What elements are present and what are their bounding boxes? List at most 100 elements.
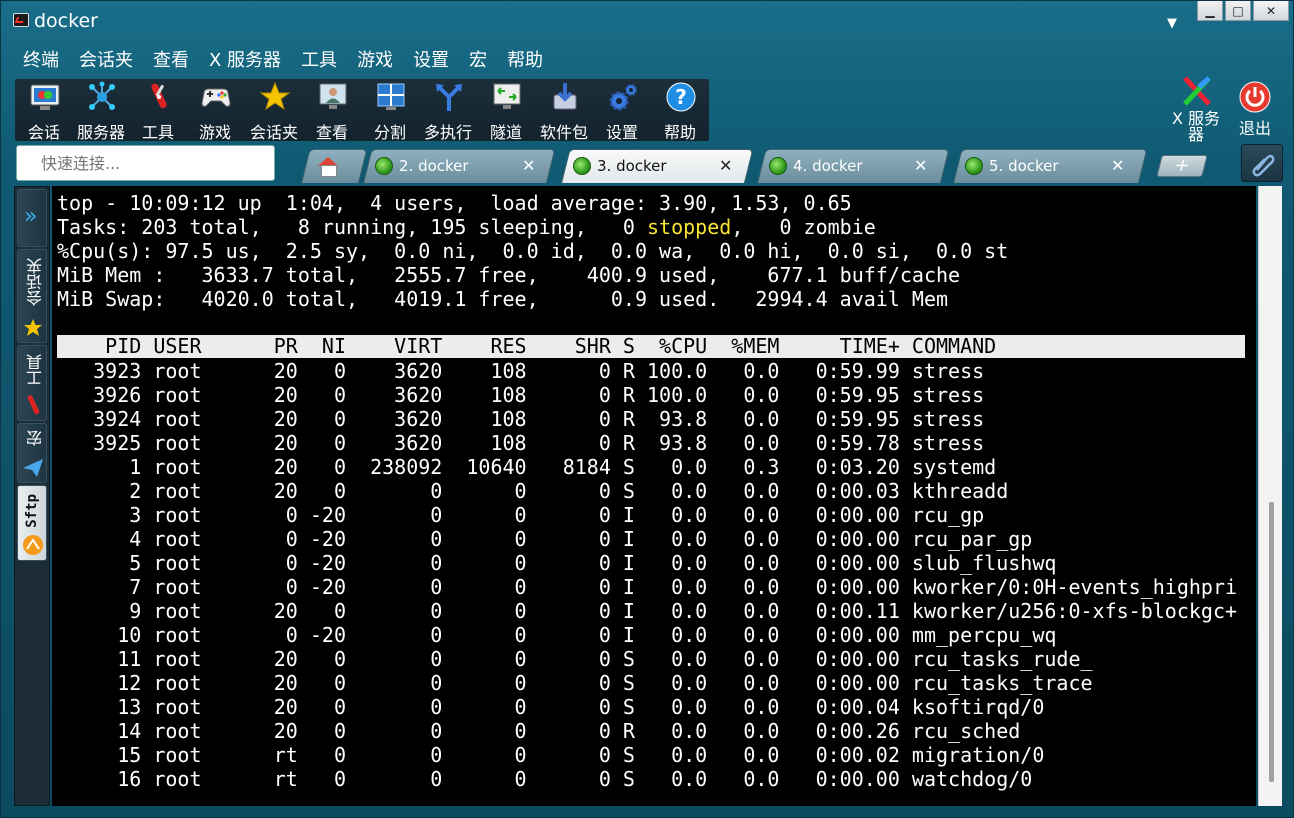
top-cpu-line: %Cpu(s): 97.5 us, 2.5 sy, 0.0 ni, 0.0 id… [57,239,1009,263]
globe-icon [769,157,787,175]
star-icon [259,81,291,111]
menu-tools[interactable]: 工具 [291,47,347,75]
sidebar-expand-button[interactable]: » [17,189,47,247]
table-row: 2 root 20 0 0 0 0 S 0.0 0.0 0:00.03 kthr… [57,479,1009,503]
toolbar-games-button[interactable]: 游戏 [186,79,244,142]
view-icon [319,83,347,109]
sidebar-tab-label: 会话夹 [26,258,45,306]
menu-settings[interactable]: 设置 [403,47,459,75]
maximize-button[interactable]: □ [1225,1,1251,21]
menu-macros[interactable]: 宏 [459,47,497,75]
sidebar-tab-sessions[interactable]: 会话夹 [17,249,47,343]
minimize-button[interactable]: ▁ [1197,1,1223,21]
new-tab-button[interactable]: + [1156,155,1208,177]
toolbar-packages-button[interactable]: 软件包 [535,79,593,142]
tunnel-icon [493,83,521,109]
table-row: 12 root 20 0 0 0 0 S 0.0 0.0 0:00.00 rcu… [57,671,1093,695]
top-uptime-line: top - 10:09:12 up 1:04, 4 users, load av… [57,191,852,215]
menu-terminal[interactable]: 终端 [13,47,69,75]
double-chevron-right-icon: » [24,204,38,229]
sidebar-tab-macros[interactable]: 宏 [17,423,47,483]
exit-label: 退出 [1238,119,1271,138]
chevron-down-icon[interactable]: ▼ [1167,16,1177,31]
tools-icon [151,83,167,109]
table-row: 1 root 20 0 238092 10640 8184 S 0.0 0.3 … [57,455,997,479]
side-panel: » 会话夹 工具 宏 Sftp [14,186,50,806]
table-row: 9 root 20 0 0 0 0 I 0.0 0.0 0:00.11 kwor… [57,599,1238,623]
gear-icon [609,84,637,111]
tab-close-icon[interactable]: ✕ [522,156,535,175]
table-row: 4 root 0 -20 0 0 0 I 0.0 0.0 0:00.00 rcu… [57,527,1033,551]
table-row: 5 root 0 -20 0 0 0 I 0.0 0.0 0:00.00 slu… [57,551,1057,575]
menu-xserver[interactable]: X 服务器 [199,47,291,75]
toolbar-view-button[interactable]: 查看 [303,79,361,142]
toolbar-session-button[interactable]: 会话 [15,79,73,142]
table-row: 16 root rt 0 0 0 0 S 0.0 0.0 0:00.00 wat… [57,767,1033,791]
table-row: 3926 root 20 0 3620 108 0 R 100.0 0.0 0:… [57,383,985,407]
help-icon: ? [666,82,696,112]
tab-close-icon[interactable]: ✕ [719,156,732,175]
globe-icon [965,157,983,175]
process-table-header: PID USER PR NI VIRT RES SHR S %CPU %MEM … [57,335,1245,358]
table-row: 14 root 20 0 0 0 0 R 0.0 0.0 0:00.26 rcu… [57,719,1021,743]
toolbar-help-button[interactable]: ? 帮助 [651,79,709,142]
sidebar-tab-label: 宏 [26,430,45,446]
session-icon [30,84,60,110]
toolbar-multiexec-button[interactable]: 多执行 [419,79,477,142]
toolbar-settings-button[interactable]: 设置 [593,79,651,142]
table-row: 13 root 20 0 0 0 0 S 0.0 0.0 0:00.04 kso… [57,695,1045,719]
menu-sessions[interactable]: 会话夹 [69,47,143,75]
globe-icon [375,157,393,175]
table-row: 3925 root 20 0 3620 108 0 R 93.8 0.0 0:5… [57,431,985,455]
tab-label: 2. docker [399,157,469,175]
tab-label: 5. docker [989,157,1059,175]
tab-close-icon[interactable]: ✕ [914,156,927,175]
table-row: 15 root rt 0 0 0 0 S 0.0 0.0 0:00.02 mig… [57,743,1045,767]
terminal-scrollbar[interactable] [1258,186,1282,806]
menu-help[interactable]: 帮助 [497,47,553,75]
send-icon [23,459,43,477]
toolbar-tools-button[interactable]: 工具 [129,79,187,142]
tab-close-icon[interactable]: ✕ [1111,156,1124,175]
stopped-highlight: stopped [647,215,732,239]
toolbar-server-button[interactable]: 服务器 [72,79,130,142]
table-row: 3924 root 20 0 3620 108 0 R 93.8 0.0 0:5… [57,407,985,431]
close-button[interactable]: ✕ [1253,1,1289,21]
sidebar-tab-label: Sftp [24,494,40,528]
menu-view[interactable]: 查看 [143,47,199,75]
server-icon [89,81,115,110]
xserver-button[interactable]: X 服务 器 [1169,71,1223,143]
power-icon [1239,81,1271,113]
top-tasks-line: Tasks: 203 total, 8 running, 195 sleepin… [57,215,876,239]
sidebar-tab-tools[interactable]: 工具 [17,345,47,421]
table-row: 3923 root 20 0 3620 108 0 R 100.0 0.0 0:… [57,359,985,383]
exit-button[interactable]: 退出 [1233,71,1277,137]
star-icon [24,319,42,336]
table-row: 3 root 0 -20 0 0 0 I 0.0 0.0 0:00.00 rcu… [57,503,985,527]
window-title: docker [34,10,98,32]
quick-connect-input[interactable] [17,146,274,180]
split-icon [377,83,405,110]
paperclip-icon [1252,154,1275,177]
toolbar-tunnel-button[interactable]: 隧道 [477,79,535,142]
package-icon [553,83,577,110]
attach-button[interactable] [1241,144,1283,182]
quick-connect-field[interactable] [16,145,275,181]
terminal-output[interactable]: top - 10:09:12 up 1:04, 4 users, load av… [52,186,1256,806]
sidebar-tab-label: 工具 [26,354,45,386]
terminal-app-icon [13,13,29,27]
top-swap-line: MiB Swap: 4020.0 total, 4019.1 free, 0.9… [57,287,949,311]
top-mem-line: MiB Mem : 3633.7 total, 2555.7 free, 400… [57,263,961,287]
sidebar-tab-sftp[interactable]: Sftp [17,485,47,561]
title-bar: docker ▼ ▁ □ ✕ [1,1,1294,43]
table-row: 7 root 0 -20 0 0 0 I 0.0 0.0 0:00.00 kwo… [57,575,1238,599]
plus-icon: + [1171,155,1193,176]
menu-bar: 终端 会话夹 查看 X 服务器 工具 游戏 设置 宏 帮助 [13,47,553,75]
gamepad-icon [201,88,231,107]
table-row: 11 root 20 0 0 0 0 S 0.0 0.0 0:00.00 rcu… [57,647,1093,671]
menu-games[interactable]: 游戏 [347,47,403,75]
scrollbar-thumb[interactable] [1269,502,1274,782]
toolbar-split-button[interactable]: 分割 [361,79,419,142]
toolbar-favorites-button[interactable]: 会话夹 [245,79,303,142]
svg-text:?: ? [675,85,687,109]
